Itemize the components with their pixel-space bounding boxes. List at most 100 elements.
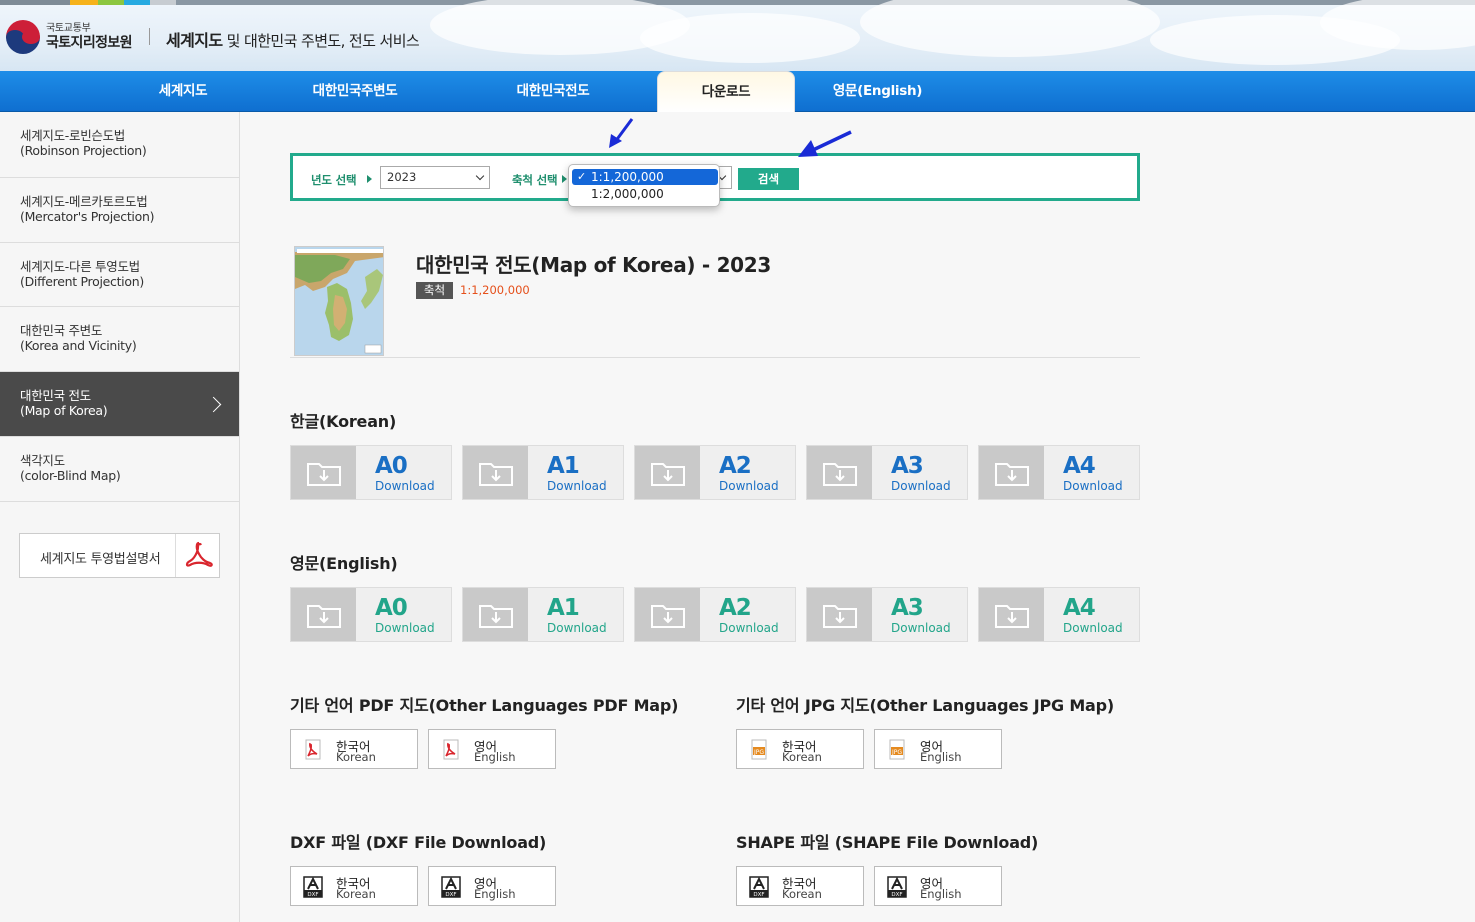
sidebar-item-sublabel: (Different Projection) (20, 274, 144, 289)
projection-guide-button[interactable]: 세계지도 투영법설명서 (19, 533, 220, 578)
paper-size-label: A2 (719, 595, 752, 621)
button-label-english: English (920, 750, 962, 764)
sidebar-item-label: 색각지도 (20, 453, 65, 468)
button-label-english: English (474, 750, 516, 764)
paper-size-label: A4 (1063, 453, 1096, 479)
english-download-a0[interactable]: A0 Download (290, 587, 452, 642)
korean-download-a1[interactable]: A1 Download (462, 445, 624, 500)
folder-download-icon (479, 605, 513, 628)
english-download-a1[interactable]: A1 Download (462, 587, 624, 642)
english-download-a2[interactable]: A2 Download (634, 587, 796, 642)
jpg-korean-button[interactable]: JPG 한국어 Korean (736, 729, 864, 769)
download-label: Download (719, 479, 779, 493)
folder-download-icon-box (807, 588, 872, 641)
folder-download-icon (651, 605, 685, 628)
download-label: Download (375, 479, 435, 493)
nav-world-map[interactable]: 세계지도 (108, 71, 258, 112)
scale-option-selected[interactable]: ✓ 1:1,200,000 (572, 169, 718, 185)
sidebar-item-different-projection[interactable]: 세계지도-다른 투영도법 (Different Projection) (0, 243, 239, 307)
nav-english[interactable]: 영문(English) (810, 71, 945, 112)
korean-download-a3[interactable]: A3 Download (806, 445, 968, 500)
scale-option[interactable]: 1:2,000,000 (572, 186, 718, 202)
scale-select-label: 축척 선택 (512, 173, 558, 187)
download-label: Download (719, 621, 779, 635)
english-download-a3[interactable]: A3 Download (806, 587, 968, 642)
projection-guide-label: 세계지도 투영법설명서 (40, 552, 161, 567)
english-section-title: 영문(English) (290, 554, 398, 573)
folder-download-icon-box (635, 446, 700, 499)
main-nav: 세계지도 대한민국주변도 대한민국전도 다운로드 영문(English) (0, 71, 1475, 112)
triangle-right-icon (562, 175, 567, 183)
korean-download-a4[interactable]: A4 Download (978, 445, 1140, 500)
folder-download-icon (479, 463, 513, 486)
scale-option-label: 1:1,200,000 (591, 170, 664, 184)
org-name[interactable]: 국토지리정보원 (46, 32, 133, 52)
folder-download-icon-box (979, 446, 1044, 499)
shape-korean-button[interactable]: DXF 한국어 Korean (736, 866, 864, 906)
pdf-file-icon (443, 739, 459, 760)
nav-download[interactable]: 다운로드 (657, 71, 795, 112)
folder-download-icon (995, 463, 1029, 486)
sidebar-item-korea-vicinity[interactable]: 대한민국 주변도 (Korea and Vicinity) (0, 307, 239, 372)
svg-text:JPG: JPG (753, 749, 764, 756)
scale-option-label: 1:2,000,000 (591, 187, 664, 201)
annotation-arrow-icon (798, 130, 852, 157)
site-header: 국토교통부 국토지리정보원 세계지도 및 대한민국 주변도, 전도 서비스 (0, 0, 1475, 71)
paper-size-label: A1 (547, 595, 580, 621)
pdf-korean-button[interactable]: 한국어 Korean (290, 729, 418, 769)
folder-download-icon (823, 605, 857, 628)
folder-download-icon (651, 463, 685, 486)
dxf-section-title: DXF 파일 (DXF File Download) (290, 833, 547, 852)
search-button[interactable]: 검색 (738, 168, 799, 190)
pdf-section-title: 기타 언어 PDF 지도(Other Languages PDF Map) (290, 696, 679, 715)
nav-map-of-korea[interactable]: 대한민국전도 (478, 71, 628, 112)
english-download-a4[interactable]: A4 Download (978, 587, 1140, 642)
paper-size-label: A3 (891, 595, 924, 621)
guide-divider (175, 534, 176, 577)
map-thumbnail[interactable] (294, 246, 384, 356)
button-label-english: English (920, 887, 962, 901)
folder-download-icon (823, 463, 857, 486)
chevron-down-icon (475, 171, 485, 181)
sidebar-item-color-blind[interactable]: 색각지도 (color-Blind Map) (0, 437, 239, 502)
jpg-file-icon: JPG (751, 739, 767, 760)
government-emblem-logo[interactable] (6, 20, 40, 54)
sidebar-item-label: 대한민국 전도 (20, 388, 91, 403)
main-content (240, 112, 1475, 922)
download-label: Download (891, 479, 951, 493)
folder-download-icon (307, 605, 341, 628)
download-label: Download (375, 621, 435, 635)
year-select[interactable]: 2023 (380, 166, 490, 189)
sidebar-item-label: 세계지도-다른 투영도법 (20, 259, 140, 274)
button-label-english: English (474, 887, 516, 901)
paper-size-label: A0 (375, 595, 408, 621)
dxf-korean-button[interactable]: DXF 한국어 Korean (290, 866, 418, 906)
button-label-english: Korean (336, 887, 376, 901)
sidebar-item-map-of-korea[interactable]: 대한민국 전도 (Map of Korea) (0, 372, 239, 437)
korean-download-a0[interactable]: A0 Download (290, 445, 452, 500)
download-label: Download (1063, 479, 1123, 493)
jpg-english-button[interactable]: JPG 영어 English (874, 729, 1002, 769)
button-label-english: Korean (336, 750, 376, 764)
year-select-label: 년도 선택 (311, 173, 357, 187)
download-label: Download (547, 479, 607, 493)
sidebar-item-mercator[interactable]: 세계지도-메르카토르도법 (Mercator's Projection) (0, 178, 239, 243)
dxf-file-icon: DXF (749, 876, 769, 898)
sidebar-item-sublabel: (Robinson Projection) (20, 143, 147, 158)
sidebar-item-robinson[interactable]: 세계지도-로빈슨도법 (Robinson Projection) (0, 112, 239, 178)
download-label: Download (891, 621, 951, 635)
sidebar-item-label: 대한민국 주변도 (20, 323, 103, 338)
download-label: Download (547, 621, 607, 635)
sidebar-item-sublabel: (color-Blind Map) (20, 468, 121, 483)
sidebar-item-label: 세계지도-메르카토르도법 (20, 194, 148, 209)
dxf-english-button[interactable]: DXF 영어 English (428, 866, 556, 906)
pdf-english-button[interactable]: 영어 English (428, 729, 556, 769)
header-divider (149, 28, 150, 45)
korean-download-a2[interactable]: A2 Download (634, 445, 796, 500)
svg-text:JPG: JPG (891, 749, 902, 756)
paper-size-label: A4 (1063, 595, 1096, 621)
nav-korea-vicinity[interactable]: 대한민국주변도 (280, 71, 430, 112)
folder-download-icon-box (807, 446, 872, 499)
shape-english-button[interactable]: DXF 영어 English (874, 866, 1002, 906)
paper-size-label: A1 (547, 453, 580, 479)
